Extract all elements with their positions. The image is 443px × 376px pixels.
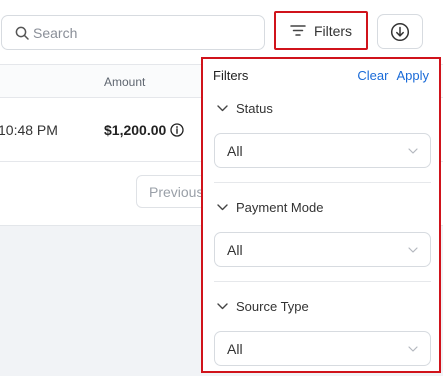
source-type-section-toggle[interactable]: Source Type [217, 299, 309, 314]
payment-mode-section-toggle[interactable]: Payment Mode [217, 200, 323, 215]
filters-button-label: Filters [313, 22, 353, 39]
chevron-down-icon [408, 147, 418, 154]
chevron-down-icon [408, 345, 418, 352]
payment-mode-select[interactable]: All [214, 232, 431, 267]
search-icon [15, 26, 29, 40]
status-section-label: Status [236, 101, 273, 116]
chevron-down-icon [217, 204, 228, 211]
status-select[interactable]: All [214, 133, 431, 168]
info-icon[interactable] [170, 123, 184, 137]
status-section-toggle[interactable]: Status [217, 101, 273, 116]
filter-panel-title: Filters [213, 67, 249, 83]
filter-panel-header: Filters Clear Apply [203, 59, 439, 91]
apply-filters-link[interactable]: Apply [396, 68, 429, 83]
section-divider [214, 281, 431, 282]
row-amount: $1,200.00 [104, 122, 184, 138]
amount-column-header[interactable]: Amount [104, 75, 145, 89]
filter-panel: Filters Clear Apply Status All Payment M… [201, 57, 441, 373]
source-type-section-label: Source Type [236, 299, 309, 314]
chevron-down-icon [217, 105, 228, 112]
row-time: 10:48 PM [0, 122, 58, 138]
search-input[interactable] [33, 24, 253, 41]
filter-icon [290, 25, 306, 36]
payment-mode-select-value: All [227, 241, 243, 258]
source-type-select[interactable]: All [214, 331, 431, 366]
row-amount-value: $1,200.00 [104, 122, 167, 138]
search-box[interactable] [1, 15, 265, 50]
chevron-down-icon [408, 246, 418, 253]
status-select-value: All [227, 142, 243, 159]
clear-filters-link[interactable]: Clear [357, 68, 388, 83]
section-divider [214, 182, 431, 183]
download-icon [390, 22, 410, 41]
payment-mode-section-label: Payment Mode [236, 200, 324, 215]
filters-button[interactable]: Filters [274, 11, 368, 50]
previous-page-label: Previous [149, 183, 204, 200]
source-type-select-value: All [227, 340, 243, 357]
chevron-down-icon [217, 303, 228, 310]
download-button[interactable] [377, 14, 423, 49]
